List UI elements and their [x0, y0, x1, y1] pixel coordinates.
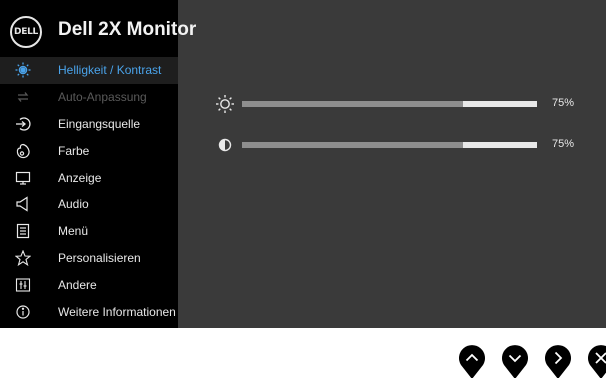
menu-item-label: Weitere Informationen	[58, 304, 176, 319]
close-icon	[588, 345, 606, 378]
menu-item-personalize[interactable]: Personalisieren	[0, 245, 178, 272]
right-button[interactable]	[543, 344, 573, 378]
osd-title: Dell 2X Monitor	[58, 19, 197, 40]
menu-item-label: Audio	[58, 197, 89, 212]
menu-item-more-info[interactable]: Weitere Informationen	[0, 298, 178, 325]
menu-item-label: Auto-Anpassung	[58, 90, 147, 105]
menu-item-input-source[interactable]: Eingangsquelle	[0, 111, 178, 138]
menu-item-label: Andere	[58, 277, 97, 292]
speaker-icon	[14, 195, 32, 213]
menu-item-other[interactable]: Andere	[0, 271, 178, 298]
down-button[interactable]	[500, 344, 530, 378]
contrast-slider-track[interactable]	[242, 142, 537, 148]
display-icon	[14, 169, 32, 187]
osd-sidebar: DELL Dell 2X Monitor Helligkeit / Kontra…	[0, 0, 196, 328]
chevron-right-icon	[545, 345, 571, 378]
osd-menu: Helligkeit / Kontrast Auto-Anpassung Ein…	[0, 57, 178, 325]
menu-item-audio[interactable]: Audio	[0, 191, 178, 218]
color-icon	[14, 142, 32, 160]
other-settings-icon	[14, 276, 32, 294]
menu-item-brightness-contrast[interactable]: Helligkeit / Kontrast	[0, 57, 178, 84]
menu-item-display[interactable]: Anzeige	[0, 164, 178, 191]
menu-item-label: Menü	[58, 224, 89, 239]
menu-item-label: Farbe	[58, 143, 90, 158]
menu-item-label: Personalisieren	[58, 250, 141, 265]
menu-item-menu[interactable]: Menü	[0, 218, 178, 245]
chevron-down-icon	[502, 345, 528, 378]
contrast-control[interactable]: 75%	[214, 135, 584, 155]
menu-item-label: Anzeige	[58, 170, 102, 185]
sun-icon	[214, 94, 236, 114]
close-button[interactable]	[586, 344, 606, 378]
input-source-icon	[14, 115, 32, 133]
contrast-icon	[214, 135, 236, 155]
brightness-value: 75%	[552, 97, 575, 109]
menu-item-color[interactable]: Farbe	[0, 137, 178, 164]
menu-list-icon	[14, 222, 32, 240]
brightness-icon	[14, 61, 32, 79]
up-button[interactable]	[457, 344, 487, 378]
brightness-slider-track[interactable]	[242, 101, 537, 107]
menu-item-auto-adjust: Auto-Anpassung	[0, 84, 178, 111]
menu-item-label: Helligkeit / Kontrast	[58, 63, 162, 78]
info-icon	[14, 303, 32, 321]
brightness-slider-fill	[242, 101, 464, 107]
osd-header: DELL Dell 2X Monitor	[0, 0, 196, 58]
contrast-slider-fill	[242, 142, 464, 148]
monitor-osd: DELL Dell 2X Monitor Helligkeit / Kontra…	[0, 0, 606, 328]
auto-adjust-icon	[14, 88, 32, 106]
star-icon	[14, 249, 32, 267]
chevron-up-icon	[459, 345, 485, 378]
dell-logo: DELL	[10, 16, 42, 48]
brightness-control[interactable]: 75%	[214, 94, 584, 114]
contrast-value: 75%	[552, 138, 575, 150]
menu-item-label: Eingangsquelle	[58, 116, 141, 131]
